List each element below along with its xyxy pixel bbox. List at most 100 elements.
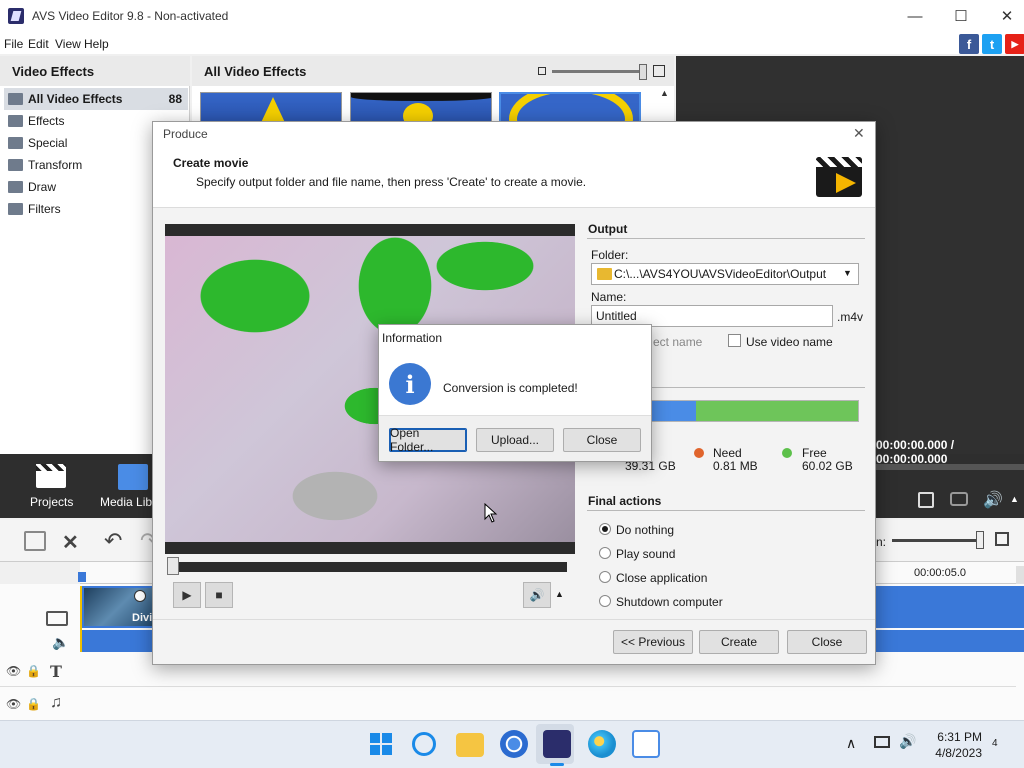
close-button[interactable]: ✕: [984, 0, 1024, 32]
minimize-button[interactable]: —: [892, 0, 938, 32]
produce-close-icon[interactable]: ✕: [853, 125, 865, 142]
category-effects[interactable]: Effects: [4, 110, 154, 132]
media-library-button[interactable]: Media Libra: [100, 464, 163, 509]
use-video-name-label: Use video name: [746, 335, 833, 349]
thumbnail-zoom-slider[interactable]: [552, 70, 642, 73]
file-extension: .m4v: [837, 310, 864, 324]
category-draw[interactable]: Draw: [4, 176, 154, 198]
close-application-label: Close application: [616, 571, 708, 585]
tray-chevron-icon[interactable]: ∧: [846, 735, 856, 752]
folder-icon: [8, 203, 23, 215]
conversion-message: Conversion is completed!: [443, 381, 578, 395]
need-value: 0.81 MB: [713, 459, 758, 473]
folder-icon: [8, 115, 23, 127]
lock-icon[interactable]: 🔒: [26, 697, 41, 711]
storyboard-icon[interactable]: [24, 531, 46, 551]
delete-icon[interactable]: ✕: [62, 530, 79, 555]
shutdown-computer-label: Shutdown computer: [616, 595, 723, 609]
speaker-icon[interactable]: 🔊: [899, 733, 916, 750]
projects-button[interactable]: Projects: [30, 464, 73, 509]
folder-icon: [8, 93, 23, 105]
video-seek-handle[interactable]: [167, 557, 179, 575]
produce-title: Produce: [163, 127, 208, 141]
preview-volume-arrow-icon[interactable]: ▲: [555, 589, 564, 599]
close-application-radio[interactable]: [599, 571, 611, 583]
facebook-icon[interactable]: f: [959, 34, 979, 54]
scroll-up-arrow-icon[interactable]: ▲: [660, 88, 669, 98]
twitter-icon[interactable]: t: [982, 34, 1002, 54]
timeline-zoom-handle[interactable]: [976, 531, 984, 549]
preview-volume-button[interactable]: 🔊: [523, 582, 551, 608]
free-value: 60.02 GB: [802, 459, 853, 473]
category-label: All Video Effects: [28, 92, 123, 106]
play-sound-radio[interactable]: [599, 547, 611, 559]
produce-close-button[interactable]: Close: [787, 630, 867, 654]
timeline-zoom-slider[interactable]: [892, 539, 980, 542]
undo-icon[interactable]: ↶: [104, 528, 122, 554]
paint-icon[interactable]: [588, 730, 616, 758]
volume-arrow-icon[interactable]: ▲: [1010, 494, 1019, 504]
playhead-marker[interactable]: [78, 572, 86, 582]
network-icon[interactable]: [874, 736, 890, 748]
info-icon: i: [389, 363, 431, 405]
create-movie-description: Specify output folder and file name, the…: [196, 175, 587, 189]
stop-button[interactable]: ■: [205, 582, 233, 608]
notification-count[interactable]: 4: [992, 738, 998, 749]
mute-icon[interactable]: 🔈: [52, 634, 69, 651]
fit-timeline-icon[interactable]: [995, 532, 1009, 546]
chevron-down-icon[interactable]: ▼: [843, 268, 852, 278]
information-dialog: Information i Conversion is completed! O…: [378, 324, 652, 462]
info-close-button[interactable]: Close: [563, 428, 641, 452]
browser-icon[interactable]: [500, 730, 528, 758]
folder-select[interactable]: C:\...\AVS4YOU\AVSVideoEditor\Output: [591, 263, 859, 285]
menu-edit[interactable]: Edit: [28, 37, 49, 51]
clock-time[interactable]: 6:31 PM: [936, 730, 982, 744]
category-all-video-effects[interactable]: All Video Effects 88: [4, 88, 188, 110]
final-actions-title: Final actions: [588, 494, 662, 508]
search-icon[interactable]: [412, 732, 436, 756]
free-label: Free: [802, 446, 827, 460]
category-transform[interactable]: Transform: [4, 154, 154, 176]
folder-label: Folder:: [591, 248, 629, 262]
avs-editor-taskbar-icon[interactable]: [543, 730, 571, 758]
category-special[interactable]: Special: [4, 132, 154, 154]
section-divider: [587, 238, 865, 239]
category-filters[interactable]: Filters: [4, 198, 154, 220]
thumbnail-zoom-handle[interactable]: [639, 64, 647, 80]
start-button[interactable]: [367, 730, 395, 758]
menu-file[interactable]: File: [4, 37, 23, 51]
shutdown-computer-radio[interactable]: [599, 595, 611, 607]
folder-icon: [597, 268, 612, 280]
volume-icon[interactable]: 🔊: [983, 490, 1003, 510]
clip-effect-icon[interactable]: [134, 590, 146, 602]
snapshot-icon[interactable]: [950, 492, 968, 506]
lock-icon[interactable]: 🔒: [26, 664, 41, 678]
maximize-button[interactable]: ☐: [938, 0, 984, 32]
preview-progress-bar[interactable]: [876, 464, 1024, 470]
previous-button[interactable]: << Previous: [613, 630, 693, 654]
use-video-name-checkbox[interactable]: [728, 334, 741, 347]
monitor-icon[interactable]: [632, 730, 660, 758]
app-logo-icon: [8, 8, 24, 24]
do-nothing-radio[interactable]: [599, 523, 611, 535]
zoom-large-icon[interactable]: [653, 65, 665, 77]
clapperboard-icon: [816, 157, 862, 197]
youtube-icon[interactable]: ▶: [1005, 34, 1024, 54]
upload-button[interactable]: Upload...: [476, 428, 554, 452]
eye-icon[interactable]: 👁: [6, 664, 21, 678]
create-button[interactable]: Create: [699, 630, 779, 654]
video-seek-bar[interactable]: [169, 562, 567, 572]
section-divider: [587, 510, 865, 511]
file-explorer-icon[interactable]: [456, 733, 484, 757]
clock-date[interactable]: 4/8/2023: [930, 746, 982, 760]
eye-icon[interactable]: 👁: [6, 697, 21, 711]
need-label: Need: [713, 446, 742, 460]
menu-help[interactable]: Help: [84, 37, 109, 51]
open-folder-button[interactable]: Open Folder...: [389, 426, 467, 454]
menu-view[interactable]: View: [55, 37, 81, 51]
clip-label: Divi: [132, 612, 153, 624]
zoom-small-icon[interactable]: [538, 67, 546, 75]
play-button[interactable]: ▶: [173, 582, 201, 608]
fullscreen-icon[interactable]: [918, 492, 934, 508]
produce-header: Create movie Specify output folder and f…: [153, 146, 875, 208]
